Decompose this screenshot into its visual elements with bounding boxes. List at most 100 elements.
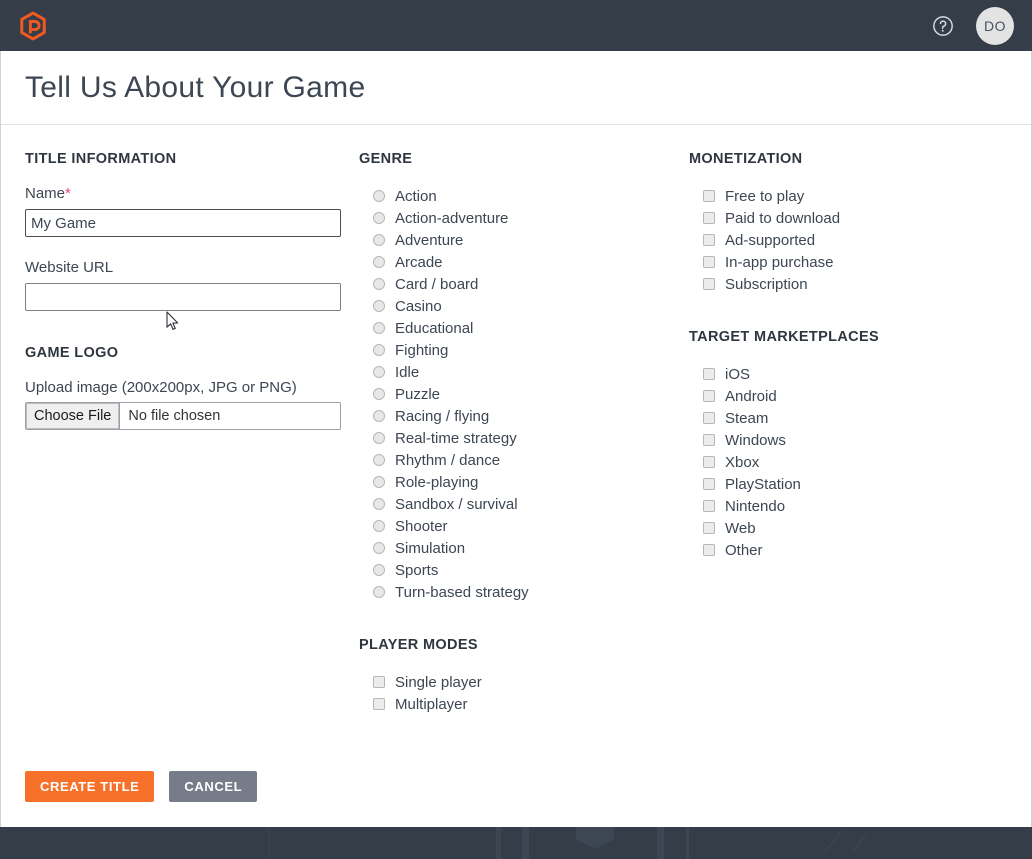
checkbox-icon[interactable] <box>373 676 385 688</box>
checkbox-icon[interactable] <box>703 278 715 290</box>
monetization-option[interactable]: Subscription <box>703 273 1007 295</box>
marketplace-option-label: PlayStation <box>725 475 801 493</box>
topbar-left-group <box>18 11 48 41</box>
footer-decor-slash-1 <box>824 831 842 853</box>
radio-button-icon[interactable] <box>373 388 385 400</box>
monetization-checkbox-group: Free to play Paid to download Ad-supported… <box>689 185 1007 295</box>
monetization-option[interactable]: Ad-supported <box>703 229 1007 251</box>
marketplace-option[interactable]: Xbox <box>703 451 1007 473</box>
website-url-input[interactable] <box>25 283 341 311</box>
genre-option[interactable]: Card / board <box>373 273 689 295</box>
marketplace-option-label: Other <box>725 541 763 559</box>
radio-button-icon[interactable] <box>373 234 385 246</box>
checkbox-icon[interactable] <box>703 212 715 224</box>
genre-option[interactable]: Idle <box>373 361 689 383</box>
marketplace-option[interactable]: Other <box>703 539 1007 561</box>
radio-button-icon[interactable] <box>373 564 385 576</box>
monetization-option-label: Paid to download <box>725 209 841 227</box>
genre-option-label: Sandbox / survival <box>395 495 518 513</box>
field-group-name: Name* <box>25 185 359 237</box>
name-input[interactable] <box>25 209 341 237</box>
footer-decor-line-3 <box>522 827 529 859</box>
genre-option[interactable]: Simulation <box>373 537 689 559</box>
marketplace-option[interactable]: Windows <box>703 429 1007 451</box>
section-heading-game-logo: GAME LOGO <box>25 345 119 361</box>
player-mode-option[interactable]: Multiplayer <box>373 693 689 715</box>
genre-option[interactable]: Adventure <box>373 229 689 251</box>
radio-button-icon[interactable] <box>373 498 385 510</box>
checkbox-icon[interactable] <box>703 234 715 246</box>
genre-option[interactable]: Educational <box>373 317 689 339</box>
radio-button-icon[interactable] <box>373 322 385 334</box>
radio-button-icon[interactable] <box>373 542 385 554</box>
genre-option[interactable]: Sandbox / survival <box>373 493 689 515</box>
genre-option[interactable]: Casino <box>373 295 689 317</box>
checkbox-icon[interactable] <box>373 698 385 710</box>
player-mode-option[interactable]: Single player <box>373 671 689 693</box>
marketplace-option[interactable]: Steam <box>703 407 1007 429</box>
marketplace-option[interactable]: iOS <box>703 363 1007 385</box>
genre-option[interactable]: Action <box>373 185 689 207</box>
checkbox-icon[interactable] <box>703 522 715 534</box>
checkbox-icon[interactable] <box>703 190 715 202</box>
radio-button-icon[interactable] <box>373 432 385 444</box>
genre-option[interactable]: Shooter <box>373 515 689 537</box>
checkbox-icon[interactable] <box>703 544 715 556</box>
radio-button-icon[interactable] <box>373 256 385 268</box>
genre-option[interactable]: Role-playing <box>373 471 689 493</box>
radio-button-icon[interactable] <box>373 520 385 532</box>
checkbox-icon[interactable] <box>703 390 715 402</box>
genre-option[interactable]: Sports <box>373 559 689 581</box>
genre-option-label: Educational <box>395 319 474 337</box>
monetization-option[interactable]: Free to play <box>703 185 1007 207</box>
checkbox-icon[interactable] <box>703 478 715 490</box>
genre-option[interactable]: Racing / flying <box>373 405 689 427</box>
monetization-option[interactable]: Paid to download <box>703 207 1007 229</box>
radio-button-icon[interactable] <box>373 190 385 202</box>
avatar[interactable]: DO <box>976 6 1014 45</box>
checkbox-icon[interactable] <box>703 456 715 468</box>
radio-button-icon[interactable] <box>373 454 385 466</box>
checkbox-icon[interactable] <box>703 434 715 446</box>
checkbox-icon[interactable] <box>703 368 715 380</box>
choose-file-button[interactable]: Choose File <box>26 403 121 429</box>
cancel-button[interactable]: CANCEL <box>169 771 258 802</box>
marketplace-option[interactable]: Android <box>703 385 1007 407</box>
radio-button-icon[interactable] <box>373 300 385 312</box>
genre-option-label: Rhythm / dance <box>395 451 501 469</box>
logo-file-input[interactable]: Choose File No file chosen <box>25 402 341 430</box>
radio-button-icon[interactable] <box>373 476 385 488</box>
monetization-option[interactable]: In-app purchase <box>703 251 1007 273</box>
marketplace-option[interactable]: PlayStation <box>703 473 1007 495</box>
genre-option[interactable]: Turn-based strategy <box>373 581 689 603</box>
radio-button-icon[interactable] <box>373 212 385 224</box>
player-mode-option-label: Multiplayer <box>395 695 468 713</box>
genre-option[interactable]: Rhythm / dance <box>373 449 689 471</box>
hexagon-logo-icon[interactable] <box>18 11 48 41</box>
footer-decor-line-4 <box>657 827 664 859</box>
application-window: DO Tell Us About Your Game TITLE INFORMA… <box>0 0 1032 859</box>
upload-image-note: Upload image (200x200px, JPG or PNG) <box>25 379 297 396</box>
help-circle-icon[interactable] <box>932 15 954 37</box>
genre-option[interactable]: Puzzle <box>373 383 689 405</box>
genre-option-label: Role-playing <box>395 473 479 491</box>
marketplace-option-label: Nintendo <box>725 497 786 515</box>
radio-button-icon[interactable] <box>373 366 385 378</box>
genre-option-label: Action-adventure <box>395 209 509 227</box>
radio-button-icon[interactable] <box>373 410 385 422</box>
radio-button-icon[interactable] <box>373 344 385 356</box>
genre-option-label: Fighting <box>395 341 449 359</box>
checkbox-icon[interactable] <box>703 500 715 512</box>
marketplace-option[interactable]: Web <box>703 517 1007 539</box>
genre-option[interactable]: Action-adventure <box>373 207 689 229</box>
create-title-button[interactable]: CREATE TITLE <box>25 771 155 802</box>
checkbox-icon[interactable] <box>703 256 715 268</box>
checkbox-icon[interactable] <box>703 412 715 424</box>
genre-option[interactable]: Real-time strategy <box>373 427 689 449</box>
footer-decor-slash-2 <box>851 834 867 854</box>
genre-option[interactable]: Fighting <box>373 339 689 361</box>
genre-option[interactable]: Arcade <box>373 251 689 273</box>
radio-button-icon[interactable] <box>373 586 385 598</box>
radio-button-icon[interactable] <box>373 278 385 290</box>
marketplace-option[interactable]: Nintendo <box>703 495 1007 517</box>
